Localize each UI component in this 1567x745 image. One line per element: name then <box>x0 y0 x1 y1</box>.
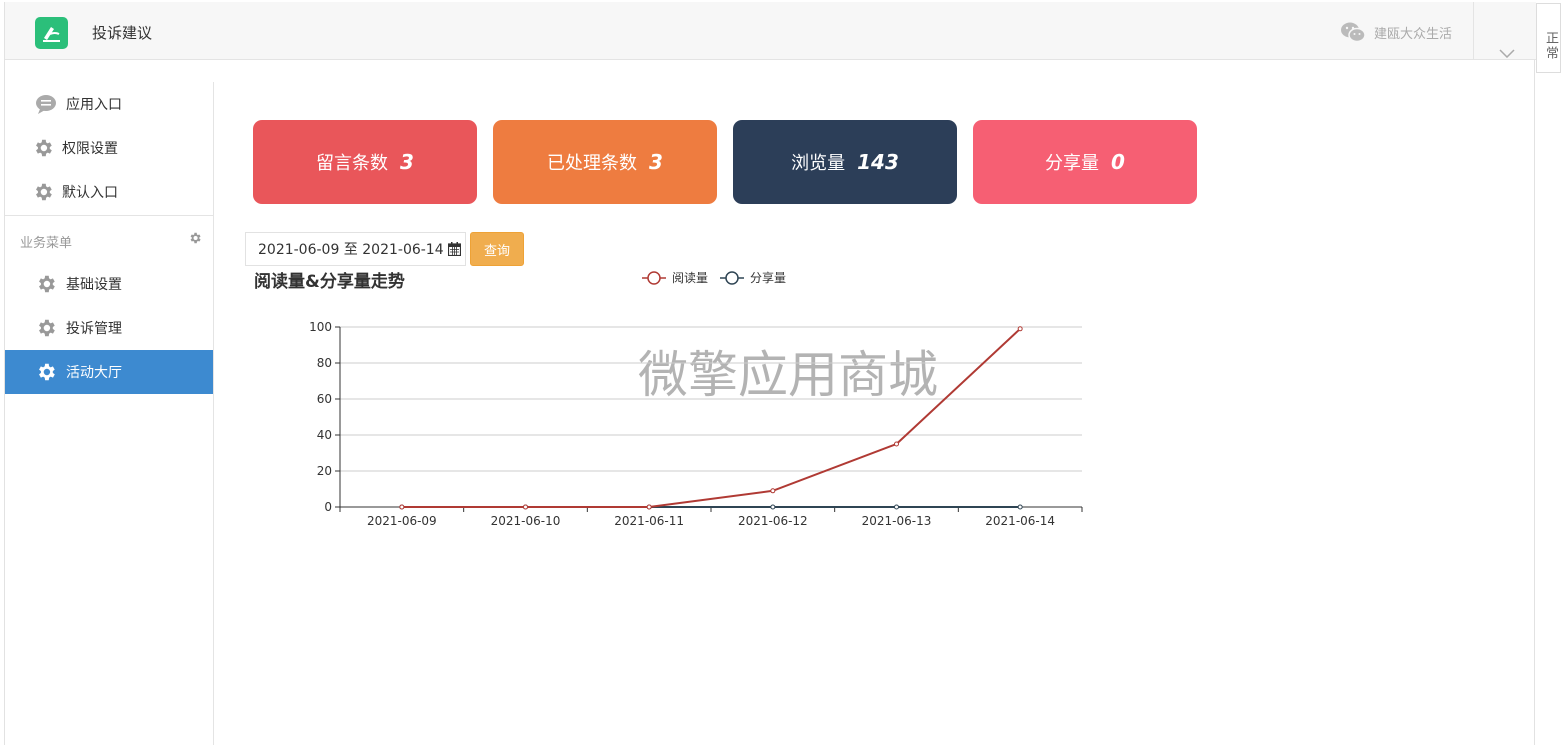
stat-card-processed: 已处理条数 3 <box>493 120 717 204</box>
sidebar-item-default-entry[interactable]: 默认入口 <box>5 170 213 214</box>
x-tick-label: 2021-06-10 <box>491 514 561 528</box>
data-point <box>399 504 405 510</box>
stat-value: 3 <box>649 150 663 174</box>
sidebar-item-label: 投诉管理 <box>66 321 122 337</box>
sidebar-item-label: 权限设置 <box>62 141 118 157</box>
sidebar-section-title: 业务菜单 <box>20 236 73 251</box>
stat-value: 143 <box>857 150 899 174</box>
sidebar-item-complaint-management[interactable]: 投诉管理 <box>5 306 213 350</box>
x-tick-label: 2021-06-12 <box>738 514 808 528</box>
gear-icon <box>35 273 57 295</box>
data-point <box>770 488 776 494</box>
date-range-input[interactable]: 2021-06-09 至 2021-06-14 <box>245 232 466 266</box>
legend-marker <box>647 271 661 285</box>
y-tick-label: 80 <box>317 356 332 370</box>
legend-marker <box>725 271 739 285</box>
account-name[interactable]: 建瓯大众生活 <box>1374 23 1452 42</box>
y-tick-label: 100 <box>309 320 332 334</box>
sidebar-item-label: 默认入口 <box>62 185 118 201</box>
x-tick-label: 2021-06-09 <box>367 514 437 528</box>
data-point <box>770 504 776 510</box>
sidebar-item-label: 应用入口 <box>66 97 122 113</box>
stat-label: 已处理条数 <box>547 153 638 174</box>
gear-icon <box>32 137 54 159</box>
query-button[interactable]: 查询 <box>470 232 524 266</box>
y-tick-label: 60 <box>317 392 332 406</box>
top-header: 投诉建议 建瓯大众生活 <box>5 2 1536 60</box>
x-tick-label: 2021-06-13 <box>862 514 932 528</box>
watermark-text: 微擎应用商城 <box>638 346 938 404</box>
stat-card-messages: 留言条数 3 <box>253 120 477 204</box>
data-point <box>646 504 652 510</box>
data-point <box>894 441 899 447</box>
date-range-value: 2021-06-09 至 2021-06-14 <box>258 242 444 258</box>
stat-label: 分享量 <box>1045 153 1100 174</box>
sidebar-item-label: 活动大厅 <box>66 365 122 381</box>
app-title: 投诉建议 <box>92 24 153 42</box>
y-tick-label: 40 <box>317 428 332 442</box>
chart-title: 阅读量&分享量走势 <box>254 271 405 292</box>
x-tick-label: 2021-06-11 <box>614 514 684 528</box>
status-tab[interactable]: 正常 <box>1536 3 1561 73</box>
sidebar-item-app-entry[interactable]: 应用入口 <box>5 82 213 126</box>
app-frame: 投诉建议 建瓯大众生活 应用入口 权限设置 默认入口 业务菜单 基础设置 投诉管… <box>4 2 1536 745</box>
sidebar: 应用入口 权限设置 默认入口 业务菜单 基础设置 投诉管理 活动大厅 <box>5 82 214 745</box>
stat-card-views: 浏览量 143 <box>733 120 957 204</box>
wechat-icon <box>1340 21 1366 47</box>
stat-card-shares: 分享量 0 <box>973 120 1197 204</box>
sidebar-item-permissions[interactable]: 权限设置 <box>5 126 213 170</box>
sidebar-divider <box>5 215 213 216</box>
data-point <box>1017 504 1023 510</box>
data-point <box>894 504 899 510</box>
gear-icon <box>35 361 57 383</box>
app-logo <box>35 17 68 49</box>
legend-label: 阅读量 <box>672 271 708 285</box>
y-tick-label: 0 <box>324 500 332 514</box>
y-tick-label: 20 <box>317 464 332 478</box>
legend-label: 分享量 <box>750 270 786 285</box>
stat-label: 留言条数 <box>316 153 389 174</box>
sidebar-item-label: 基础设置 <box>66 277 122 293</box>
trend-chart: 阅读量&分享量走势微擎应用商城 阅读量 分享量 0 20 40 60 80 100 2021-06… <box>254 270 1083 528</box>
chat-bubble-icon <box>35 93 57 115</box>
stat-label: 浏览量 <box>791 153 846 174</box>
section-settings-icon[interactable] <box>188 230 202 249</box>
stat-value: 0 <box>1111 150 1125 174</box>
header-dropdown[interactable] <box>1473 2 1536 60</box>
calendar-icon <box>447 242 461 256</box>
sidebar-item-activity-hall[interactable]: 活动大厅 <box>5 350 213 394</box>
sidebar-item-basic-settings[interactable]: 基础设置 <box>5 262 213 306</box>
data-point <box>523 504 528 510</box>
chevron-down-icon <box>1499 49 1515 58</box>
data-point <box>1017 326 1023 332</box>
gear-icon <box>35 317 57 339</box>
stat-value: 3 <box>400 150 414 174</box>
x-tick-label: 2021-06-14 <box>985 514 1055 528</box>
gear-icon <box>32 181 54 203</box>
